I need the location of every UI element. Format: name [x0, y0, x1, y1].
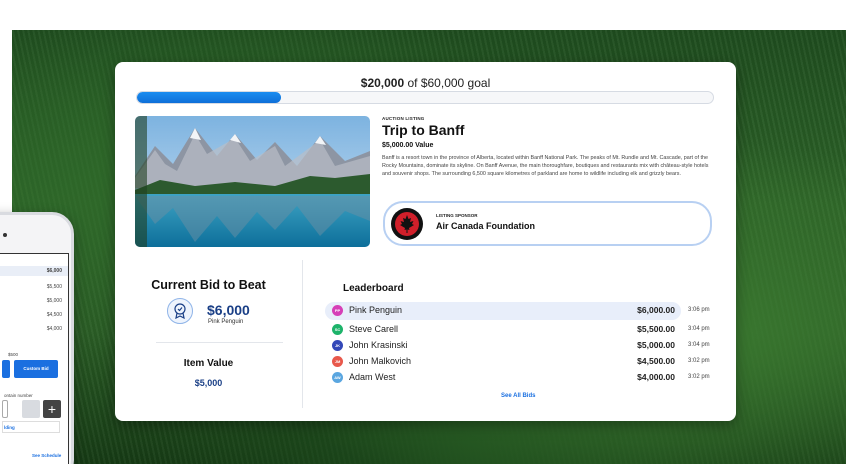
bidder-avatar: JK — [332, 340, 343, 351]
bid-amount: $6,000.00 — [637, 305, 675, 315]
bid-time: 3:02 pm — [688, 374, 710, 380]
goal-progress-fill — [137, 92, 281, 103]
phone-minus-button[interactable] — [22, 400, 40, 418]
phone-see-schedule-link[interactable]: See Schedule — [32, 453, 61, 458]
current-bid-bidder: Pink Penguin — [208, 319, 244, 325]
bid-amount: $4,500.00 — [637, 356, 675, 366]
listing-value: $5,000.00 Value — [382, 142, 434, 149]
goal-raised: $20,000 — [360, 76, 405, 90]
listing-image — [135, 116, 370, 247]
bid-time: 3:04 pm — [688, 342, 710, 348]
sponsor-name: Air Canada Foundation — [436, 221, 535, 231]
bid-value-divider — [156, 342, 283, 343]
bidder-name: Adam West — [349, 372, 396, 382]
phone-bid-row: $5,500 — [46, 284, 62, 290]
bidder-badge-icon — [167, 298, 193, 324]
listing-description: Banff is a resort town in the province o… — [382, 155, 709, 178]
bid-time: 3:02 pm — [688, 358, 710, 364]
goal-text: $20,000 of $60,000 goal — [115, 76, 736, 90]
phone-plus-button[interactable]: + — [43, 400, 61, 418]
phone-bid-row: $4,000 — [46, 326, 62, 332]
phone-custom-bid-button[interactable]: Custom Bid — [14, 360, 58, 378]
current-bid-amount: $6,000 — [207, 302, 250, 318]
phone-bidding-link[interactable]: lding — [4, 425, 15, 430]
listing-title: Trip to Banff — [382, 122, 465, 138]
phone-amount-input[interactable] — [2, 400, 8, 418]
item-value-title: Item Value — [183, 358, 234, 369]
bidder-avatar: JM — [332, 356, 343, 367]
bidder-name: Steve Carell — [349, 324, 399, 334]
phone-camera-dot — [3, 233, 7, 237]
bidder-avatar: AW — [332, 372, 343, 383]
phone-bidding-bar: lding — [2, 421, 60, 433]
bid-amount: $5,500.00 — [637, 324, 675, 334]
listing-sponsor[interactable]: LISTING SPONSOR Air Canada Foundation — [383, 201, 712, 246]
phone-quick-bid-button[interactable] — [2, 360, 10, 378]
bidder-name: John Malkovich — [349, 356, 412, 366]
bidder-avatar: PP — [332, 305, 343, 316]
bid-amount: $5,000.00 — [637, 340, 675, 350]
phone-bid-row: $4,500 — [46, 312, 62, 318]
bid-time: 3:04 pm — [688, 326, 710, 332]
bidder-name: John Krasinski — [349, 340, 408, 350]
section-divider — [302, 260, 303, 408]
current-bid-title: Current Bid to Beat — [151, 278, 266, 292]
goal-target: of $60,000 goal — [404, 76, 491, 90]
leaderboard-row: PP Pink Penguin $6,000.00 — [325, 302, 681, 320]
goal-progress-bar — [136, 91, 714, 104]
phone-mockup: $6,000 $5,500 $5,000 $4,500 $4,000 $500 … — [0, 212, 74, 464]
listing-eyebrow: AUCTION LISTING — [382, 116, 425, 121]
auction-card: $20,000 of $60,000 goal AUCTION LISTING … — [115, 62, 736, 421]
see-all-bids-link[interactable]: See All Bids — [501, 393, 535, 399]
sponsor-eyebrow: LISTING SPONSOR — [436, 213, 478, 218]
phone-bid-row: $6,000 — [0, 266, 68, 276]
phone-increment-label: $500 — [8, 352, 19, 357]
bid-time: 3:06 pm — [688, 307, 710, 313]
leaderboard-title: Leaderboard — [343, 283, 404, 294]
item-value-amount: $5,000 — [194, 378, 223, 388]
bidder-avatar: SC — [332, 324, 343, 335]
bid-amount: $4,000.00 — [637, 372, 675, 382]
maple-leaf-icon — [391, 208, 423, 240]
bidder-name: Pink Penguin — [349, 305, 403, 315]
leaderboard-row: AW Adam West $4,000.00 — [325, 369, 681, 387]
phone-screen: $6,000 $5,500 $5,000 $4,500 $4,000 $500 … — [0, 253, 69, 464]
phone-bid-row: $5,000 — [46, 298, 62, 304]
phone-hint-text: ontain number — [4, 393, 33, 398]
